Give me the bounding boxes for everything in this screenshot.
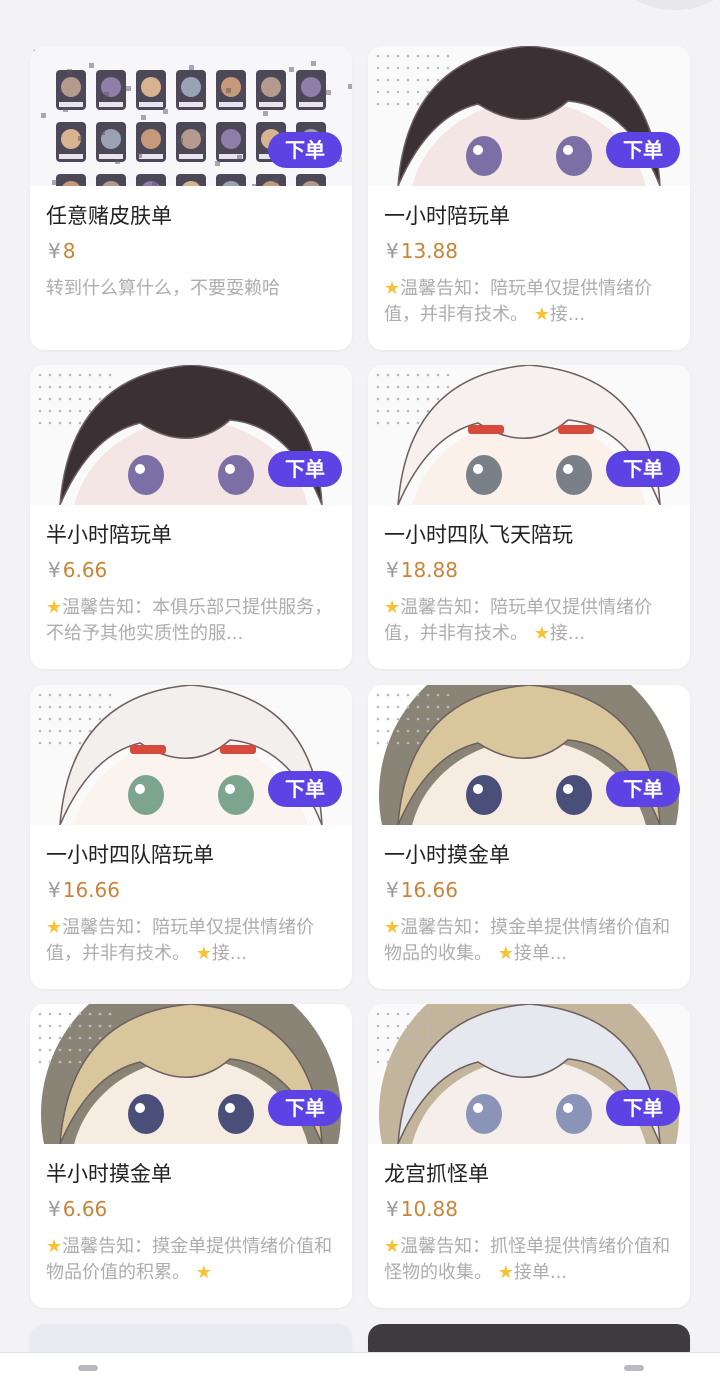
product-title: 一小时四队陪玩单 [46,843,214,867]
product-price: ¥10.88 [386,1196,690,1222]
order-button[interactable]: 下单 [606,451,680,487]
desc-text: 温馨告知：陪玩单仅提供情绪价值，并非有技术。 [384,597,653,644]
desc-text: 温馨告知：本俱乐部只提供服务，不给予其他实质性的服... [46,597,333,644]
star-icon: ★ [195,1262,212,1283]
price-amount: 16.66 [62,878,120,902]
price-amount: 16.66 [400,878,458,902]
desc-tail: 接... [549,623,586,644]
currency-symbol: ¥ [48,558,61,582]
product-description: 转到什么算什么，不要耍赖哈 [46,276,336,328]
product-description: ★温馨告知：摸金单提供情绪价值和物品的收集。 ★接单... [384,915,674,967]
product-card[interactable]: 下单 一小时四队飞天陪玩 ¥18.88 ★温馨告知：陪玩单仅提供情绪价值，并非有… [368,365,690,669]
currency-symbol: ¥ [48,878,61,902]
product-price: ¥16.66 [48,877,352,903]
product-thumbnail[interactable]: 下单 [368,365,690,505]
star-icon: ★ [384,597,401,618]
star-icon: ★ [533,623,550,644]
product-title: 一小时陪玩单 [384,204,510,228]
product-price: ¥16.66 [386,877,690,903]
order-button[interactable]: 下单 [268,451,342,487]
product-title: 一小时四队飞天陪玩 [384,523,573,547]
product-price: ¥13.88 [386,238,690,264]
star-icon: ★ [384,917,401,938]
desc-text: 温馨告知：摸金单提供情绪价值和物品价值的积累。 [46,1236,333,1283]
product-card[interactable]: 下单 龙宫抓怪单 ¥10.88 ★温馨告知：抓怪单提供情绪价值和怪物的收集。 ★… [368,1004,690,1308]
product-thumbnail[interactable]: 下单 [368,46,690,186]
desc-tail: 接单... [513,1262,568,1283]
product-card[interactable]: 下单 半小时摸金单 ¥6.66 ★温馨告知：摸金单提供情绪价值和物品价值的积累。… [30,1004,352,1308]
star-icon: ★ [46,917,63,938]
product-thumbnail[interactable]: 下单 [30,685,352,825]
star-icon: ★ [497,1262,514,1283]
product-price: ¥6.66 [48,1196,352,1222]
product-price: ¥6.66 [48,557,352,583]
product-price: ¥18.88 [386,557,690,583]
tab-indicator [78,1365,98,1371]
currency-symbol: ¥ [48,1197,61,1221]
product-card[interactable]: 下单 任意赌皮肤单 ¥8 转到什么算什么，不要耍赖哈 [30,46,352,350]
price-amount: 8 [62,239,76,263]
order-button[interactable]: 下单 [268,132,342,168]
currency-symbol: ¥ [386,1197,399,1221]
product-card[interactable]: 下单 一小时四队陪玩单 ¥16.66 ★温馨告知：陪玩单仅提供情绪价值，并非有技… [30,685,352,989]
order-button[interactable]: 下单 [606,771,680,807]
product-description: ★温馨告知：陪玩单仅提供情绪价值，并非有技术。 ★接... [384,276,674,328]
product-thumbnail[interactable]: 下单 [30,1004,352,1144]
product-card[interactable]: 下单 一小时陪玩单 ¥13.88 ★温馨告知：陪玩单仅提供情绪价值，并非有技术。… [368,46,690,350]
price-amount: 13.88 [400,239,458,263]
desc-tail: 接... [549,304,586,325]
price-amount: 6.66 [62,558,108,582]
star-icon: ★ [497,943,514,964]
star-icon: ★ [384,278,401,299]
star-icon: ★ [195,943,212,964]
desc-text: 转到什么算什么，不要耍赖哈 [46,278,280,299]
desc-text: 温馨告知：陪玩单仅提供情绪价值，并非有技术。 [384,278,653,325]
price-amount: 6.66 [62,1197,108,1221]
product-title: 半小时陪玩单 [46,523,172,547]
price-amount: 18.88 [400,558,458,582]
product-description: ★温馨告知：本俱乐部只提供服务，不给予其他实质性的服... [46,595,336,647]
currency-symbol: ¥ [48,239,61,263]
product-price: ¥8 [48,238,352,264]
product-description: ★温馨告知：抓怪单提供情绪价值和怪物的收集。 ★接单... [384,1234,674,1286]
product-description: ★温馨告知：摸金单提供情绪价值和物品价值的积累。 ★ [46,1234,336,1286]
order-button[interactable]: 下单 [268,1090,342,1126]
price-amount: 10.88 [400,1197,458,1221]
star-icon: ★ [46,597,63,618]
product-description: ★温馨告知：陪玩单仅提供情绪价值，并非有技术。 ★接... [384,595,674,647]
desc-text: 温馨告知：陪玩单仅提供情绪价值，并非有技术。 [46,917,315,964]
product-title: 任意赌皮肤单 [46,204,172,228]
currency-symbol: ¥ [386,239,399,263]
order-button[interactable]: 下单 [606,132,680,168]
product-thumbnail[interactable]: 下单 [368,1004,690,1144]
star-icon: ★ [384,1236,401,1257]
desc-tail: 接... [211,943,248,964]
currency-symbol: ¥ [386,878,399,902]
top-floating-button-edge [620,0,720,10]
product-thumbnail[interactable]: 下单 [30,365,352,505]
bottom-tab-bar [0,1352,720,1376]
tab-indicator [624,1365,644,1371]
star-icon: ★ [533,304,550,325]
product-thumbnail[interactable]: 下单 [30,46,352,186]
product-card[interactable]: 下单 一小时摸金单 ¥16.66 ★温馨告知：摸金单提供情绪价值和物品的收集。 … [368,685,690,989]
order-button[interactable]: 下单 [268,771,342,807]
product-title: 龙宫抓怪单 [384,1162,489,1186]
product-card[interactable]: 下单 半小时陪玩单 ¥6.66 ★温馨告知：本俱乐部只提供服务，不给予其他实质性… [30,365,352,669]
order-button[interactable]: 下单 [606,1090,680,1126]
product-title: 一小时摸金单 [384,843,510,867]
product-thumbnail[interactable]: 下单 [368,685,690,825]
product-description: ★温馨告知：陪玩单仅提供情绪价值，并非有技术。 ★接... [46,915,336,967]
star-icon: ★ [46,1236,63,1257]
desc-tail: 接单... [513,943,568,964]
currency-symbol: ¥ [386,558,399,582]
product-title: 半小时摸金单 [46,1162,172,1186]
